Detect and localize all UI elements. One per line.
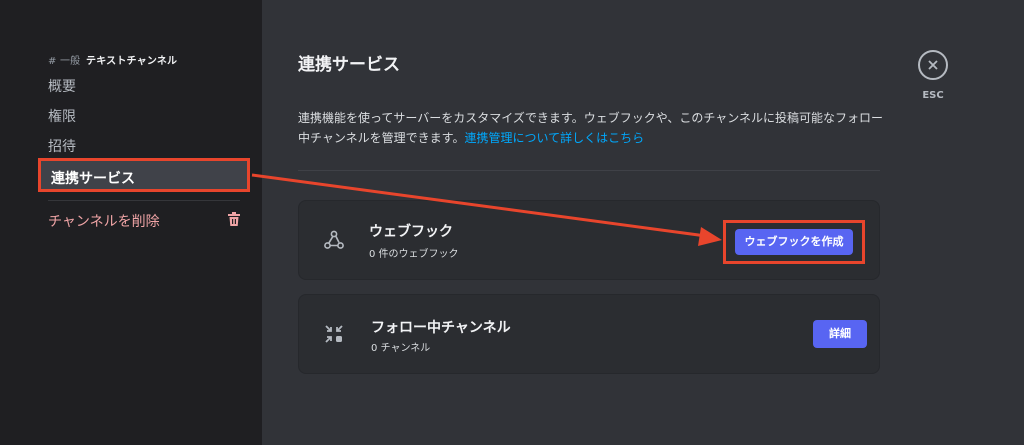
sidebar-header: # 一般 テキストチャンネル (48, 52, 177, 67)
integrations-panel: 連携サービス 連携機能を使ってサーバーをカスタマイズできます。ウェブフックや、こ… (262, 0, 1024, 445)
sidebar-item-overview[interactable]: 概要 (48, 76, 76, 96)
followed-channels-title: フォロー中チャンネル (371, 320, 511, 336)
learn-more-link[interactable]: 連携管理について詳しくはこちら (464, 131, 644, 145)
webhook-icon (324, 230, 344, 249)
close-settings[interactable]: ESC (916, 50, 950, 101)
webhooks-title: ウェブフック (369, 224, 453, 240)
section-divider (298, 170, 880, 171)
sidebar-item-integrations[interactable]: 連携サービス (38, 158, 250, 192)
followed-channels-count: 0 チャンネル (371, 343, 431, 354)
webhooks-card[interactable]: ウェブフック 0 件のウェブフック ウェブフックを作成 (298, 200, 880, 280)
follow-channel-icon (325, 325, 343, 343)
close-icon[interactable] (918, 50, 948, 80)
sidebar-divider (48, 200, 240, 201)
channel-category-label: # 一般 (48, 56, 81, 67)
sidebar-item-invites[interactable]: 招待 (48, 136, 76, 156)
page-description: 連携機能を使ってサーバーをカスタマイズできます。ウェブフックや、このチャンネルに… (298, 108, 888, 148)
followed-channels-details-button[interactable]: 詳細 (813, 320, 867, 348)
create-webhook-highlight: ウェブフックを作成 (723, 220, 865, 264)
webhooks-count: 0 件のウェブフック (369, 249, 459, 260)
settings-sidebar: # 一般 テキストチャンネル 概要 権限 招待 連携サービス チャンネルを削除 (0, 0, 262, 445)
channel-name-label: テキストチャンネル (86, 56, 178, 67)
create-webhook-button[interactable]: ウェブフックを作成 (735, 229, 853, 255)
trash-icon[interactable] (228, 212, 240, 226)
page-title: 連携サービス (298, 55, 400, 75)
followed-channels-card[interactable]: フォロー中チャンネル 0 チャンネル 詳細 (298, 294, 880, 374)
delete-channel-button[interactable]: チャンネルを削除 (48, 211, 160, 231)
esc-label: ESC (922, 90, 944, 101)
sidebar-item-permissions[interactable]: 権限 (48, 106, 76, 126)
